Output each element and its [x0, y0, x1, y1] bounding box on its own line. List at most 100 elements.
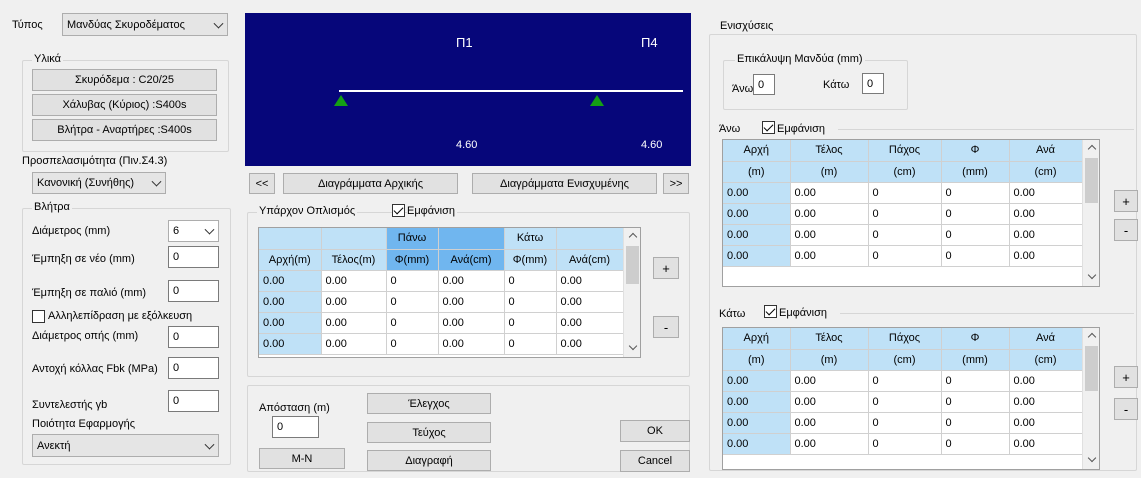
lower-remove-row-button[interactable]: - — [1114, 398, 1138, 420]
table-cell[interactable]: 0.00 — [790, 224, 869, 246]
upper-show-checkbox[interactable] — [762, 121, 775, 134]
ok-button[interactable]: OK — [620, 420, 690, 442]
table-cell[interactable]: 0.00 — [1009, 245, 1083, 267]
existing-show-checkbox[interactable] — [392, 204, 405, 217]
embed-new-field[interactable]: 0 — [168, 246, 219, 268]
table-cell[interactable]: 0.00 — [438, 291, 505, 313]
gamma-field[interactable]: 0 — [168, 390, 219, 412]
embed-old-field[interactable]: 0 — [168, 280, 219, 302]
table-cell[interactable]: 0.00 — [723, 433, 791, 455]
diameter-select[interactable]: 6 — [168, 220, 219, 242]
table-cell[interactable]: 0.00 — [1009, 391, 1083, 413]
scroll-up-icon[interactable] — [628, 232, 637, 242]
table-cell[interactable]: 0 — [386, 291, 439, 313]
hole-diameter-field[interactable]: 0 — [168, 326, 219, 348]
table-row[interactable]: 0.00 0.00 0 0 0.00 — [723, 370, 1083, 392]
table-cell[interactable]: 0.00 — [321, 291, 387, 313]
table-cell[interactable]: 0 — [504, 312, 557, 334]
table-cell[interactable]: 0.00 — [438, 312, 505, 334]
table-cell[interactable]: 0 — [386, 270, 439, 292]
cover-top-field[interactable]: 0 — [753, 74, 775, 95]
table-cell[interactable]: 0 — [504, 291, 557, 313]
table-cell[interactable]: 0.00 — [259, 270, 322, 292]
table-cell[interactable]: 0 — [941, 203, 1010, 225]
distance-field[interactable]: 0 — [272, 416, 319, 438]
table-cell[interactable]: 0.00 — [259, 312, 322, 334]
table-cell[interactable]: 0 — [941, 370, 1010, 392]
table-cell[interactable]: 0 — [941, 182, 1010, 204]
table-cell[interactable]: 0.00 — [556, 333, 624, 355]
next-button[interactable]: >> — [663, 173, 689, 194]
table-cell[interactable]: 0.00 — [1009, 412, 1083, 434]
table-cell[interactable]: 0.00 — [790, 433, 869, 455]
previous-button[interactable]: << — [249, 173, 275, 194]
table-cell[interactable]: 0 — [868, 182, 942, 204]
check-button[interactable]: Έλεγχος — [367, 393, 491, 414]
table-cell[interactable]: 0.00 — [723, 245, 791, 267]
scroll-thumb[interactable] — [1085, 346, 1098, 391]
table-cell[interactable]: 0 — [941, 224, 1010, 246]
table-cell[interactable]: 0 — [504, 270, 557, 292]
table-row[interactable]: 0.00 0.00 0 0.00 0 0.00 — [259, 291, 624, 313]
table-cell[interactable]: 0.00 — [438, 333, 505, 355]
table-cell[interactable]: 0.00 — [556, 291, 624, 313]
scroll-down-icon[interactable] — [1087, 453, 1096, 463]
table-cell[interactable]: 0.00 — [556, 312, 624, 334]
table-cell[interactable]: 0.00 — [438, 270, 505, 292]
table-row[interactable]: 0.00 0.00 0 0 0.00 — [723, 391, 1083, 413]
table-cell[interactable]: 0.00 — [321, 312, 387, 334]
table-cell[interactable]: 0.00 — [790, 245, 869, 267]
table-row[interactable]: 0.00 0.00 0 0 0.00 — [723, 412, 1083, 434]
upper-table-scrollbar[interactable] — [1082, 140, 1099, 286]
table-cell[interactable]: 0.00 — [321, 333, 387, 355]
type-select[interactable]: Μανδύας Σκυροδέματος — [62, 13, 228, 36]
reinforced-diagrams-button[interactable]: Διαγράμματα Ενισχυμένης — [472, 173, 657, 194]
quality-select[interactable]: Ανεκτή — [32, 434, 219, 457]
mn-button[interactable]: M-N — [259, 448, 345, 469]
table-cell[interactable]: 0 — [868, 391, 942, 413]
scroll-up-icon[interactable] — [1087, 144, 1096, 154]
table-cell[interactable]: 0.00 — [1009, 433, 1083, 455]
lower-show-checkbox[interactable] — [764, 305, 777, 318]
table-row[interactable]: 0.00 0.00 0 0 0.00 — [723, 433, 1083, 455]
table-cell[interactable]: 0 — [868, 433, 942, 455]
table-cell[interactable]: 0.00 — [259, 291, 322, 313]
table-cell[interactable]: 0.00 — [790, 182, 869, 204]
existing-table-scrollbar[interactable] — [623, 228, 640, 357]
table-cell[interactable]: 0.00 — [1009, 370, 1083, 392]
table-cell[interactable]: 0.00 — [1009, 224, 1083, 246]
scroll-thumb[interactable] — [626, 246, 639, 284]
table-cell[interactable]: 0.00 — [1009, 203, 1083, 225]
concrete-button[interactable]: Σκυρόδεμα : C20/25 — [32, 69, 217, 91]
table-cell[interactable]: 0 — [386, 333, 439, 355]
scroll-down-icon[interactable] — [628, 341, 637, 351]
table-cell[interactable]: 0.00 — [723, 182, 791, 204]
table-row[interactable]: 0.00 0.00 0 0 0.00 — [723, 203, 1083, 225]
table-cell[interactable]: 0.00 — [790, 203, 869, 225]
table-row[interactable]: 0.00 0.00 0 0.00 0 0.00 — [259, 270, 624, 292]
interaction-checkbox[interactable] — [32, 310, 45, 323]
table-cell[interactable]: 0.00 — [1009, 182, 1083, 204]
table-cell[interactable]: 0.00 — [723, 391, 791, 413]
table-row[interactable]: 0.00 0.00 0 0 0.00 — [723, 245, 1083, 267]
accessibility-select[interactable]: Κανονική (Συνήθης) — [32, 172, 166, 194]
scroll-thumb[interactable] — [1085, 158, 1098, 203]
table-cell[interactable]: 0 — [941, 391, 1010, 413]
lower-table-scrollbar[interactable] — [1082, 328, 1099, 469]
existing-remove-row-button[interactable]: - — [653, 316, 679, 338]
scroll-down-icon[interactable] — [1087, 270, 1096, 280]
table-cell[interactable]: 0 — [941, 412, 1010, 434]
table-cell[interactable]: 0.00 — [723, 370, 791, 392]
delete-button[interactable]: Διαγραφή — [367, 450, 491, 471]
scroll-up-icon[interactable] — [1087, 332, 1096, 342]
table-cell[interactable]: 0.00 — [723, 224, 791, 246]
table-cell[interactable]: 0 — [504, 333, 557, 355]
table-cell[interactable]: 0 — [868, 245, 942, 267]
table-cell[interactable]: 0.00 — [259, 333, 322, 355]
table-row[interactable]: 0.00 0.00 0 0.00 0 0.00 — [259, 312, 624, 334]
lower-add-row-button[interactable]: + — [1114, 366, 1138, 388]
dowels-button[interactable]: Βλήτρα - Αναρτήρες :S400s — [32, 119, 217, 141]
steel-button[interactable]: Χάλυβας (Κύριος) :S400s — [32, 94, 217, 116]
table-row[interactable]: 0.00 0.00 0 0 0.00 — [723, 224, 1083, 246]
table-cell[interactable]: 0 — [868, 412, 942, 434]
